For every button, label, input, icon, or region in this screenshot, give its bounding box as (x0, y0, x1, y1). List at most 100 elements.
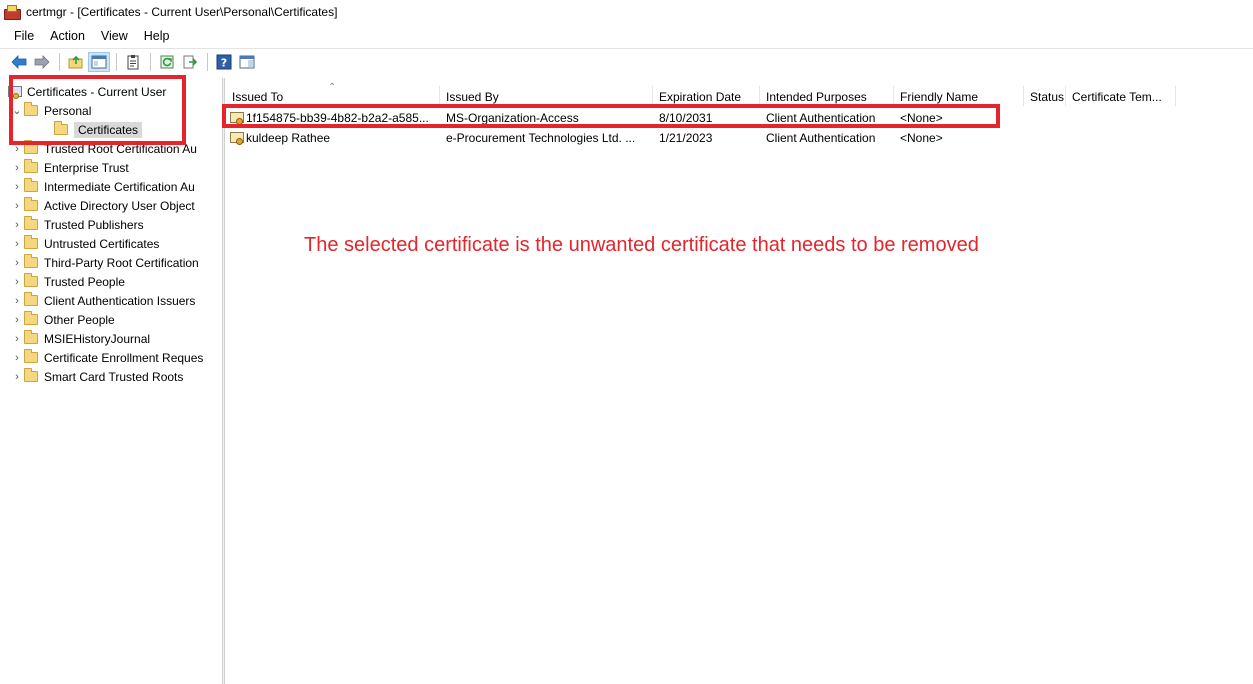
column-certificate-template[interactable]: Certificate Tem... (1066, 86, 1176, 106)
cell-text: kuldeep Rathee (246, 131, 331, 145)
chevron-right-icon[interactable]: › (10, 143, 24, 155)
cell-friendly-name: <None> (900, 111, 943, 125)
back-icon[interactable] (8, 52, 30, 72)
folder-icon (24, 368, 38, 382)
tree-item-third-party-root[interactable]: › Third-Party Root Certification (10, 253, 222, 272)
chevron-right-icon[interactable]: › (10, 276, 24, 288)
folder-icon (24, 216, 38, 230)
chevron-down-icon[interactable]: ⌄ (10, 104, 24, 117)
tree-item-untrusted[interactable]: › Untrusted Certificates (10, 234, 222, 253)
show-hide-tree-icon[interactable] (88, 51, 110, 72)
folder-icon (24, 178, 38, 192)
menu-view[interactable]: View (101, 29, 128, 43)
tree-item-label: Trusted People (44, 274, 125, 289)
cell-issued-by: MS-Organization-Access (446, 111, 579, 125)
tree-item-label: Active Directory User Object (44, 198, 195, 213)
up-folder-icon[interactable] (65, 52, 87, 72)
cell-expiration: 1/21/2023 (659, 131, 713, 145)
chevron-right-icon[interactable]: › (10, 181, 24, 193)
toolbar-separator (59, 52, 60, 71)
toolbar-separator (116, 52, 117, 71)
annotation-text: The selected certificate is the unwanted… (304, 234, 979, 256)
column-issued-by[interactable]: Issued By (440, 86, 653, 106)
certmgr-app-icon (4, 5, 21, 20)
toolbar-separator (150, 52, 151, 71)
menu-file[interactable]: File (14, 29, 34, 43)
folder-icon (24, 197, 38, 211)
column-intended-purposes[interactable]: Intended Purposes (760, 86, 894, 106)
tree-item-msie-history[interactable]: › MSIEHistoryJournal (10, 329, 222, 348)
tree-item-label: Third-Party Root Certification (44, 255, 199, 270)
tree-item-trusted-people[interactable]: › Trusted People (10, 272, 222, 291)
tree-item-label: Trusted Root Certification Au (44, 141, 197, 156)
chevron-right-icon[interactable]: › (10, 295, 24, 307)
menu-help[interactable]: Help (144, 29, 170, 43)
chevron-right-icon[interactable]: › (10, 333, 24, 345)
tree-item-label: Untrusted Certificates (44, 236, 160, 251)
tree-item-enterprise-trust[interactable]: › Enterprise Trust (10, 158, 222, 177)
table-row[interactable]: kuldeep Rathee e-Procurement Technologie… (226, 128, 1024, 148)
tree-item-label: Client Authentication Issuers (44, 293, 196, 308)
chevron-right-icon[interactable]: › (10, 314, 24, 326)
tree-item-label: MSIEHistoryJournal (44, 331, 151, 346)
properties-icon[interactable] (122, 52, 144, 72)
console-tree: Certificates - Current User ⌄ Personal C… (8, 78, 222, 684)
tree-item-active-directory[interactable]: › Active Directory User Object (10, 196, 222, 215)
folder-icon (24, 349, 38, 363)
chevron-right-icon[interactable]: › (10, 200, 24, 212)
pane-splitter[interactable] (222, 78, 225, 684)
tree-item-certificates[interactable]: Certificates (48, 120, 222, 139)
chevron-right-icon[interactable]: › (10, 371, 24, 383)
chevron-right-icon[interactable]: › (10, 257, 24, 269)
column-issued-to[interactable]: ⌃ Issued To (226, 82, 440, 106)
folder-icon (24, 102, 38, 116)
tree-item-personal[interactable]: ⌄ Personal (10, 101, 222, 120)
column-friendly-name[interactable]: Friendly Name (894, 86, 1024, 106)
cell-issued-by: e-Procurement Technologies Ltd. ... (446, 131, 636, 145)
tree-item-smart-card-roots[interactable]: › Smart Card Trusted Roots (10, 367, 222, 386)
tree-root[interactable]: Certificates - Current User (8, 82, 222, 101)
folder-icon (24, 235, 38, 249)
tree-item-enrollment-requests[interactable]: › Certificate Enrollment Reques (10, 348, 222, 367)
cell-text: 1f154875-bb39-4b82-b2a2-a585... (246, 111, 429, 125)
chevron-right-icon[interactable]: › (10, 352, 24, 364)
help-icon[interactable]: ? (213, 52, 235, 72)
chevron-right-icon[interactable]: › (10, 219, 24, 231)
folder-icon (24, 292, 38, 306)
forward-icon[interactable] (31, 52, 53, 72)
column-label: Certificate Tem... (1072, 90, 1162, 104)
chevron-right-icon[interactable]: › (10, 162, 24, 174)
folder-icon (24, 311, 38, 325)
column-label: Expiration Date (659, 90, 742, 104)
folder-icon (24, 159, 38, 173)
refresh-icon[interactable] (156, 52, 178, 72)
tree-item-label: Intermediate Certification Au (44, 179, 195, 194)
window-title: certmgr - [Certificates - Current User\P… (26, 5, 338, 19)
column-label: Issued To (232, 90, 284, 104)
toolbar: ? (0, 48, 1253, 74)
column-label: Friendly Name (900, 90, 979, 104)
column-label: Status (1030, 90, 1065, 104)
column-status[interactable]: Status (1024, 86, 1066, 106)
certificate-icon (230, 111, 244, 125)
column-expiration-date[interactable]: Expiration Date (653, 86, 760, 106)
table-row[interactable]: 1f154875-bb39-4b82-b2a2-a585... MS-Organ… (226, 108, 1024, 128)
tree-root-label: Certificates - Current User (27, 84, 167, 99)
tree-item-trusted-root[interactable]: › Trusted Root Certification Au (10, 139, 222, 158)
cell-friendly-name: <None> (900, 131, 943, 145)
tree-item-label: Enterprise Trust (44, 160, 129, 175)
tree-item-label: Certificate Enrollment Reques (44, 350, 204, 365)
folder-icon (24, 273, 38, 287)
tree-item-trusted-publishers[interactable]: › Trusted Publishers (10, 215, 222, 234)
tree-item-other-people[interactable]: › Other People (10, 310, 222, 329)
menu-action[interactable]: Action (50, 29, 85, 43)
folder-icon (54, 121, 68, 135)
action-pane-icon[interactable] (236, 52, 258, 72)
chevron-right-icon[interactable]: › (10, 238, 24, 250)
tree-item-intermediate[interactable]: › Intermediate Certification Au (10, 177, 222, 196)
folder-icon (24, 140, 38, 154)
folder-icon (24, 330, 38, 344)
title-bar: certmgr - [Certificates - Current User\P… (0, 0, 1253, 24)
tree-item-client-auth-issuers[interactable]: › Client Authentication Issuers (10, 291, 222, 310)
export-list-icon[interactable] (179, 52, 201, 72)
